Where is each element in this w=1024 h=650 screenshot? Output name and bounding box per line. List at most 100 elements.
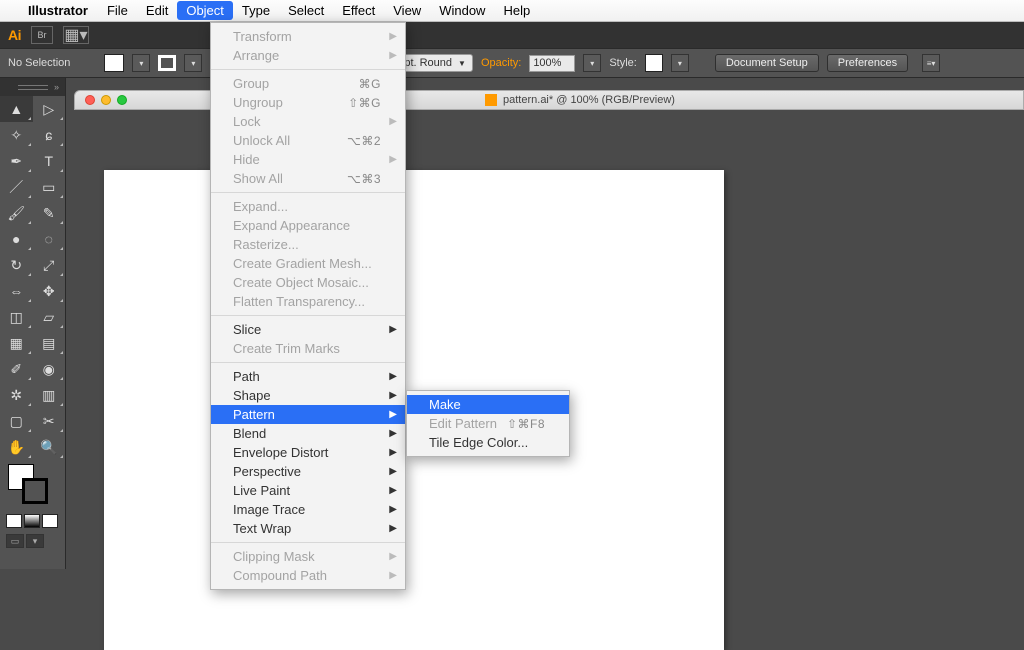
stroke-color[interactable] xyxy=(22,478,48,504)
tool-scale[interactable]: ⤢ xyxy=(33,252,66,278)
object-menu-text-wrap-label: Text Wrap xyxy=(233,521,291,536)
tool-width[interactable]: ⇔ xyxy=(0,278,33,304)
window-controls xyxy=(75,95,137,105)
menu-view[interactable]: View xyxy=(384,1,430,20)
object-menu-ungroup-label: Ungroup xyxy=(233,95,283,110)
tool-magic-wand[interactable]: ✧ xyxy=(0,122,33,148)
tool-zoom[interactable]: 🔍 xyxy=(33,434,66,460)
object-menu-path[interactable]: Path▶ xyxy=(211,367,405,386)
tool-lasso[interactable]: ɕ xyxy=(33,122,66,148)
object-menu-expand: Expand... xyxy=(211,197,405,216)
zoom-window-icon[interactable] xyxy=(117,95,127,105)
tool-rectangle[interactable]: ▭ xyxy=(33,174,66,200)
menubar-app-name[interactable]: Illustrator xyxy=(24,1,98,20)
arrange-docs-icon[interactable]: ▦▾ xyxy=(63,26,89,44)
object-menu-clipping-mask: Clipping Mask▶ xyxy=(211,547,405,566)
menu-window[interactable]: Window xyxy=(430,1,494,20)
close-window-icon[interactable] xyxy=(85,95,95,105)
opacity-label[interactable]: Opacity: xyxy=(481,57,521,69)
object-menu-separator xyxy=(211,69,405,70)
tool-free-transform[interactable]: ✥ xyxy=(33,278,66,304)
tool-eyedropper[interactable]: ✐ xyxy=(0,356,33,382)
align-menu-icon[interactable]: ≡▾ xyxy=(922,54,940,72)
menu-file[interactable]: File xyxy=(98,1,137,20)
minimize-window-icon[interactable] xyxy=(101,95,111,105)
object-menu-create-trim-marks: Create Trim Marks xyxy=(211,339,405,358)
style-dropdown-icon[interactable]: ▾ xyxy=(671,54,689,72)
tool-blend[interactable]: ◉ xyxy=(33,356,66,382)
document-title: pattern.ai* @ 100% (RGB/Preview) xyxy=(503,94,675,106)
color-mode-gradient[interactable] xyxy=(24,514,40,528)
object-menu-blend-label: Blend xyxy=(233,426,266,441)
submenu-arrow-icon: ▶ xyxy=(389,116,397,127)
tool-line[interactable]: ／ xyxy=(0,174,33,200)
tool-pen[interactable]: ✒ xyxy=(0,148,33,174)
tool-paintbrush[interactable]: 🖌 xyxy=(0,200,33,226)
pattern-submenu-edit-pattern: Edit Pattern⇧⌘F8 xyxy=(407,414,569,433)
tool-direct-selection[interactable]: ▷ xyxy=(33,96,66,122)
stroke-swatch[interactable] xyxy=(158,55,176,71)
style-swatch[interactable] xyxy=(645,54,663,72)
submenu-arrow-icon: ▶ xyxy=(389,428,397,439)
object-menu-blend[interactable]: Blend ▶ xyxy=(211,424,405,443)
object-menu-perspective[interactable]: Perspective▶ xyxy=(211,462,405,481)
tool-hand[interactable]: ✋ xyxy=(0,434,33,460)
menu-type[interactable]: Type xyxy=(233,1,279,20)
object-menu-envelope-distort[interactable]: Envelope Distort▶ xyxy=(211,443,405,462)
object-menu-flatten-transparency: Flatten Transparency... xyxy=(211,292,405,311)
color-mode-none[interactable] xyxy=(42,514,58,528)
menu-select[interactable]: Select xyxy=(279,1,333,20)
pattern-submenu-tile-edge-color[interactable]: Tile Edge Color... xyxy=(407,433,569,452)
menu-effect[interactable]: Effect xyxy=(333,1,384,20)
object-menu-slice[interactable]: Slice▶ xyxy=(211,320,405,339)
tool-symbol-sprayer[interactable]: ✲ xyxy=(0,382,33,408)
tool-mesh[interactable]: ▦ xyxy=(0,330,33,356)
object-menu-hide-label: Hide xyxy=(233,152,260,167)
fill-dropdown-icon[interactable]: ▾ xyxy=(132,54,150,72)
fill-stroke-control[interactable] xyxy=(0,460,65,512)
tool-perspective[interactable]: ▱ xyxy=(33,304,66,330)
stroke-dropdown-icon[interactable]: ▾ xyxy=(184,54,202,72)
object-menu-perspective-label: Perspective xyxy=(233,464,301,479)
tool-rotate[interactable]: ↻ xyxy=(0,252,33,278)
preferences-button[interactable]: Preferences xyxy=(827,54,908,72)
menu-object[interactable]: Object xyxy=(177,1,233,20)
submenu-arrow-icon: ▶ xyxy=(389,523,397,534)
screen-mode-menu[interactable]: ▾ xyxy=(26,534,44,548)
object-menu-live-paint[interactable]: Live Paint▶ xyxy=(211,481,405,500)
object-menu-create-object-mosaic-label: Create Object Mosaic... xyxy=(233,275,369,290)
tools-panel-header[interactable]: » xyxy=(0,78,65,96)
submenu-arrow-icon: ▶ xyxy=(389,154,397,165)
object-menu-group-label: Group xyxy=(233,76,269,91)
object-menu-separator xyxy=(211,192,405,193)
document-setup-button[interactable]: Document Setup xyxy=(715,54,819,72)
object-menu-envelope-distort-label: Envelope Distort xyxy=(233,445,328,460)
opacity-dropdown-icon[interactable]: ▾ xyxy=(583,54,601,72)
bridge-icon[interactable]: Br xyxy=(31,26,53,44)
color-mode-solid[interactable] xyxy=(6,514,22,528)
pattern-submenu-make[interactable]: Make xyxy=(407,395,569,414)
tool-slice[interactable]: ✂ xyxy=(33,408,66,434)
object-menu-text-wrap[interactable]: Text Wrap ▶ xyxy=(211,519,405,538)
object-menu-image-trace-label: Image Trace xyxy=(233,502,305,517)
tool-selection[interactable]: ▲ xyxy=(0,96,33,122)
tool-graph[interactable]: ▥ xyxy=(33,382,66,408)
object-menu-pattern[interactable]: Pattern▶ xyxy=(211,405,405,424)
tool-pencil[interactable]: ✎ xyxy=(33,200,66,226)
tool-blob[interactable]: ● xyxy=(0,226,33,252)
opacity-value: 100% xyxy=(533,57,561,69)
fill-swatch[interactable] xyxy=(104,54,124,72)
object-menu-shape[interactable]: Shape▶ xyxy=(211,386,405,405)
object-menu-show-all-shortcut: ⌥⌘3 xyxy=(347,172,381,186)
tool-gradient[interactable]: ▤ xyxy=(33,330,66,356)
tool-type[interactable]: T xyxy=(33,148,66,174)
opacity-field[interactable]: 100% xyxy=(529,55,575,72)
tool-shape-builder[interactable]: ◫ xyxy=(0,304,33,330)
screen-mode-normal[interactable]: ▭ xyxy=(6,534,24,548)
menu-edit[interactable]: Edit xyxy=(137,1,177,20)
object-menu-image-trace[interactable]: Image Trace▶ xyxy=(211,500,405,519)
tool-artboard[interactable]: ▢ xyxy=(0,408,33,434)
tool-eraser[interactable]: ◌ xyxy=(33,226,66,252)
menu-help[interactable]: Help xyxy=(494,1,539,20)
object-menu-separator xyxy=(211,362,405,363)
